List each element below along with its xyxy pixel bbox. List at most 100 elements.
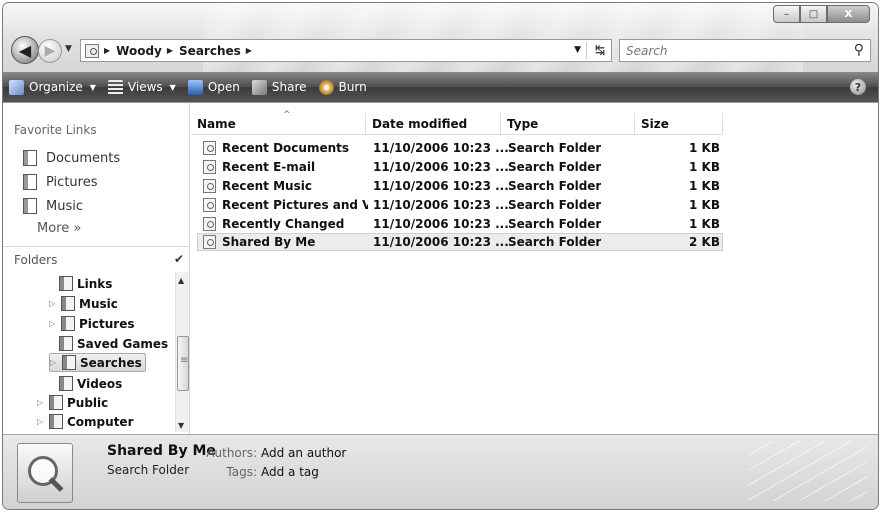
maximize-button[interactable]: □ <box>800 5 827 23</box>
file-name: Recent Pictures and Vi... <box>222 197 368 212</box>
file-name: Recently Changed <box>222 216 345 231</box>
scroll-down-icon[interactable]: ▼ <box>178 421 184 430</box>
details-pane: Shared By Me Search Folder Authors: Add … <box>3 434 878 509</box>
minimize-button[interactable]: – <box>773 5 800 23</box>
share-icon <box>251 79 267 95</box>
tree-item-label: Searches <box>80 355 142 370</box>
column-header-type[interactable]: Type <box>501 113 635 135</box>
chevron-down-icon: ✔ <box>173 252 184 266</box>
table-row[interactable]: Recently Changed 11/10/2006 10:23 ... Se… <box>197 215 723 233</box>
favorite-link-label: Pictures <box>46 174 98 190</box>
tree-item-label: Videos <box>77 376 123 391</box>
share-button[interactable]: Share <box>251 79 307 95</box>
breadcrumb-arrow-icon[interactable]: ▶ <box>246 46 252 55</box>
views-button[interactable]: Views ▼ <box>107 79 176 95</box>
column-header-name[interactable]: Name ^ <box>191 110 366 135</box>
search-box[interactable]: ⚲ <box>619 39 871 62</box>
file-date: 11/10/2006 10:23 ... <box>373 217 509 231</box>
pictures-folder-icon <box>61 316 75 331</box>
organize-label: Organize <box>29 80 83 94</box>
tree-item-public[interactable]: ▷ Public <box>37 393 108 412</box>
expand-icon[interactable]: ▷ <box>37 417 45 426</box>
expand-icon[interactable]: ▷ <box>49 319 57 328</box>
table-row[interactable]: Recent Documents 11/10/2006 10:23 ... Se… <box>197 139 723 157</box>
folders-toggle[interactable]: Folders ✔ <box>3 246 190 272</box>
file-date: 11/10/2006 10:23 ... <box>373 198 509 212</box>
links-folder-icon <box>59 276 73 291</box>
organize-button[interactable]: Organize ▼ <box>9 79 96 95</box>
organize-icon <box>9 79 24 95</box>
tags-label: Tags: <box>226 465 257 479</box>
scroll-up-icon[interactable]: ▲ <box>178 276 184 285</box>
column-header-size[interactable]: Size <box>635 113 723 135</box>
file-size: 2 KB <box>689 235 720 249</box>
table-row[interactable]: Recent Pictures and Vi... 11/10/2006 10:… <box>197 196 723 214</box>
search-folder-icon <box>17 443 73 503</box>
folders-heading: Folders <box>14 252 58 267</box>
authors-label: Authors: <box>206 446 257 460</box>
close-button[interactable]: X <box>827 5 870 23</box>
authors-field[interactable]: Add an author <box>261 446 346 460</box>
file-list: Name ^ Date modified Type Size Recent Do… <box>191 103 878 435</box>
back-button[interactable]: ◀ <box>11 36 39 64</box>
file-type: Search Folder <box>508 179 602 193</box>
search-input[interactable] <box>626 43 836 58</box>
file-date: 11/10/2006 10:23 ... <box>373 141 509 155</box>
tree-item-searches[interactable]: ▷ Searches <box>49 353 146 372</box>
folder-tree: Links ▷ Music ▷ Pictures Saved Games ▷ S… <box>3 272 175 432</box>
burn-button[interactable]: Burn <box>318 79 367 95</box>
favorite-link-music[interactable]: Music <box>23 198 83 214</box>
sort-ascending-icon: ^ <box>283 110 291 120</box>
expand-icon[interactable]: ▷ <box>50 358 58 367</box>
music-folder-icon <box>61 296 75 311</box>
breadcrumb-arrow-icon[interactable]: ▶ <box>167 46 173 55</box>
tree-item-music[interactable]: ▷ Music <box>49 294 118 313</box>
more-links-button[interactable]: More » <box>37 221 81 236</box>
explorer-window: – □ X ◀ ▶ ▼ ▶ Woody ▶ Searches ▶ ▼ ↹ Sea… <box>2 2 879 510</box>
file-type: Search Folder <box>508 235 602 249</box>
address-bar[interactable]: ▶ Woody ▶ Searches ▶ ▼ ↹ <box>80 39 612 62</box>
table-row[interactable]: Recent Music 11/10/2006 10:23 ... Search… <box>197 177 723 195</box>
tree-item-computer[interactable]: ▷ Computer <box>37 412 133 431</box>
file-name: Recent Music <box>222 178 312 193</box>
tree-item-links[interactable]: Links <box>59 274 112 293</box>
forward-button[interactable]: ▶ <box>38 39 62 63</box>
search-icon[interactable]: ⚲ <box>854 42 864 58</box>
back-arrow-icon: ◀ <box>18 40 32 60</box>
column-header-date-modified[interactable]: Date modified <box>366 113 501 135</box>
expand-icon[interactable]: ▷ <box>49 299 57 308</box>
breadcrumb-searches[interactable]: Searches <box>179 44 241 58</box>
file-date: 11/10/2006 10:23 ... <box>373 235 509 249</box>
tree-item-label: Public <box>67 395 109 410</box>
help-icon[interactable]: ? <box>850 79 866 95</box>
file-type: Search Folder <box>508 160 602 174</box>
file-name: Shared By Me <box>222 234 316 249</box>
tree-item-videos[interactable]: Videos <box>59 374 122 393</box>
tags-field[interactable]: Add a tag <box>261 465 319 479</box>
breadcrumb-arrow-icon[interactable]: ▶ <box>104 46 110 55</box>
file-type: Search Folder <box>508 217 602 231</box>
folder-tree-scrollbar[interactable]: ▲ ▼ <box>175 272 189 432</box>
file-date: 11/10/2006 10:23 ... <box>373 160 509 174</box>
tree-item-saved-games[interactable]: Saved Games <box>59 334 168 353</box>
scroll-thumb[interactable] <box>177 336 189 391</box>
table-row[interactable]: Shared By Me 11/10/2006 10:23 ... Search… <box>197 233 723 251</box>
favorite-link-documents[interactable]: Documents <box>23 150 120 166</box>
favorite-link-label: Documents <box>46 150 121 166</box>
command-bar: Organize ▼ Views ▼ Open Share Burn ? <box>3 72 878 102</box>
column-header-label: Date modified <box>372 116 468 131</box>
recent-pages-dropdown-icon[interactable]: ▼ <box>65 44 72 54</box>
refresh-icon[interactable]: ↹ <box>595 43 605 57</box>
breadcrumb-woody[interactable]: Woody <box>116 44 162 58</box>
column-header-label: Name <box>197 116 236 131</box>
open-icon <box>187 79 203 95</box>
favorite-link-pictures[interactable]: Pictures <box>23 174 97 190</box>
address-dropdown-icon[interactable]: ▼ <box>574 45 581 55</box>
open-button[interactable]: Open <box>187 79 240 95</box>
chevron-down-icon: ▼ <box>169 82 176 92</box>
content-area: Favorite Links Documents Pictures Music … <box>3 102 878 435</box>
tree-item-pictures[interactable]: ▷ Pictures <box>49 314 135 333</box>
expand-icon[interactable]: ▷ <box>37 398 45 407</box>
table-row[interactable]: Recent E-mail 11/10/2006 10:23 ... Searc… <box>197 158 723 176</box>
file-size: 1 KB <box>689 160 720 174</box>
